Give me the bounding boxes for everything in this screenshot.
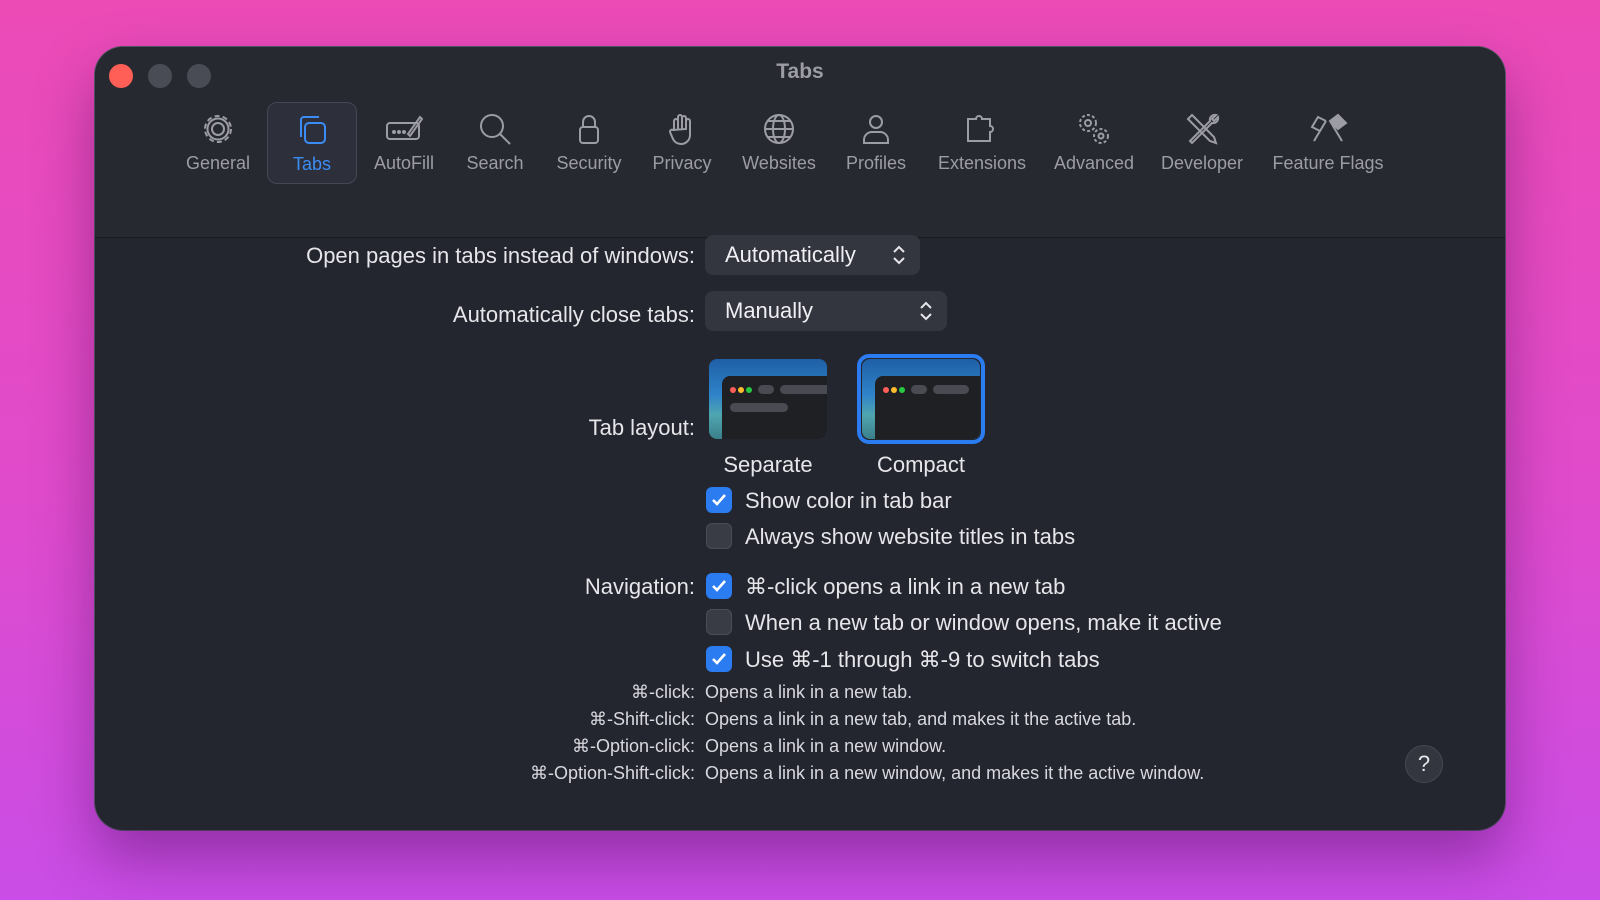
tab-extensions[interactable]: Extensions (932, 102, 1032, 182)
up-down-chevron-icon (920, 301, 932, 321)
always-titles-label: Always show website titles in tabs (745, 524, 1076, 549)
tab-profiles[interactable]: Profiles (839, 102, 913, 182)
tab-websites[interactable]: Websites (735, 102, 823, 182)
tab-label: Profiles (845, 153, 907, 173)
open-pages-value: Automatically (725, 242, 856, 267)
gears-icon (1079, 114, 1109, 144)
hint-description: Opens a link in a new window. (705, 736, 947, 756)
layout-separate-label: Separate (723, 452, 813, 477)
always-titles-checkbox[interactable] (706, 523, 732, 549)
switch-tabs-checkbox[interactable] (706, 646, 732, 672)
hint-key: ⌘-click: (631, 682, 695, 702)
show-color-checkbox[interactable] (706, 487, 732, 513)
hint-key: ⌘-Option-Shift-click: (529, 763, 695, 783)
wrench-screwdriver-icon (1186, 113, 1220, 145)
up-down-chevron-icon (893, 245, 905, 265)
tab-label: Developer (1160, 153, 1244, 173)
tab-feature-flags[interactable]: Feature Flags (1265, 102, 1391, 182)
checkmark-icon (712, 653, 726, 665)
hint-description: Opens a link in a new tab. (705, 682, 913, 702)
show-color-label: Show color in tab bar (745, 488, 952, 513)
layout-separate-thumbnail[interactable] (709, 359, 827, 439)
checkmark-icon (712, 494, 726, 506)
checkmark-icon (712, 580, 726, 592)
cmd-click-label: ⌘-click opens a link in a new tab (745, 574, 1066, 599)
tab-developer[interactable]: Developer (1155, 102, 1249, 182)
open-pages-popup[interactable]: Automatically (705, 235, 920, 275)
make-active-label: When a new tab or window opens, make it … (745, 610, 1222, 635)
globe-icon (764, 114, 794, 144)
preferences-window: Tabs General Tabs AutoFill Search Securi… (95, 47, 1505, 830)
close-tabs-value: Manually (725, 298, 814, 323)
make-active-checkbox[interactable] (706, 609, 732, 635)
layout-compact-thumbnail[interactable] (862, 359, 980, 439)
help-button[interactable]: ? (1405, 745, 1443, 783)
hint-key: ⌘-Shift-click: (588, 709, 695, 729)
tab-label: Advanced (1053, 153, 1135, 173)
hints-keys: ⌘-click: ⌘-Shift-click: ⌘-Option-click: … (95, 47, 695, 830)
layout-compact-label: Compact (876, 452, 966, 477)
hint-description: Opens a link in a new tab, and makes it … (705, 709, 1137, 729)
tab-label: Feature Flags (1272, 153, 1384, 173)
hint-key: ⌘-Option-click: (571, 736, 695, 756)
person-icon (863, 115, 889, 144)
puzzle-icon (967, 115, 994, 142)
tab-advanced[interactable]: Advanced (1048, 102, 1140, 182)
close-tabs-popup[interactable]: Manually (705, 291, 947, 331)
flags-icon (1310, 113, 1348, 142)
tab-label: Extensions (937, 153, 1027, 173)
tab-label: Websites (742, 153, 816, 173)
cmd-click-checkbox[interactable] (706, 573, 732, 599)
hint-description: Opens a link in a new window, and makes … (705, 763, 1205, 783)
switch-tabs-label: Use ⌘-1 through ⌘-9 to switch tabs (745, 647, 1100, 672)
